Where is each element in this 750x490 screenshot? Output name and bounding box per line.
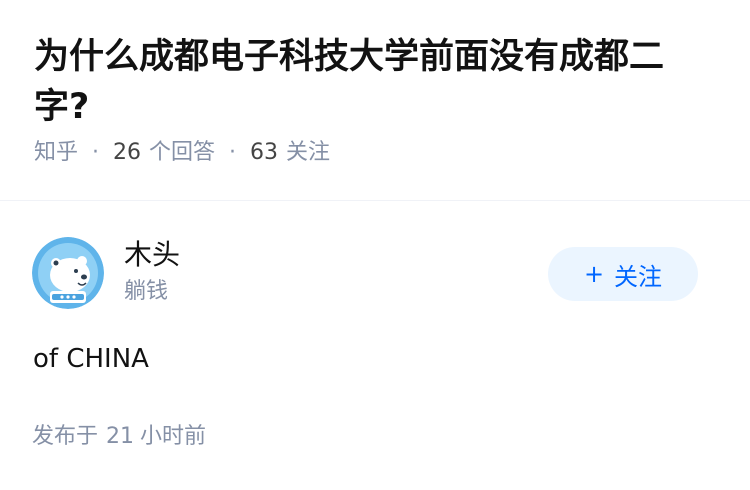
author-name[interactable]: 木头 (124, 237, 180, 273)
question-header: 为什么成都电子科技大学前面没有成都二字? 知乎 · 26 个回答 · 63 关注 (0, 0, 750, 168)
follower-count: 63 (250, 140, 279, 165)
answer-card: 木头 躺钱 + 关注 of CHINA 发布于 21 小时前 (0, 201, 750, 449)
author-headline: 躺钱 (124, 279, 169, 304)
author-row: 木头 躺钱 + 关注 (0, 201, 750, 311)
publish-suffix: 小时前 (140, 424, 207, 449)
avatar[interactable] (32, 237, 104, 309)
follower-count-label: 关注 (286, 140, 331, 165)
meta-separator: · (229, 140, 237, 165)
source-label[interactable]: 知乎 (34, 138, 78, 168)
answer-publish-time: 发布于 21 小时前 (32, 422, 206, 452)
answer-count-label: 个回答 (149, 140, 216, 165)
answer-content[interactable]: of CHINA (33, 339, 149, 379)
publish-hours: 21 (106, 424, 135, 449)
answer-count: 26 (113, 140, 142, 165)
publish-prefix: 发布于 (32, 424, 99, 449)
follow-button[interactable]: + 关注 (548, 247, 698, 301)
plus-icon: + (583, 260, 605, 288)
question-page: 为什么成都电子科技大学前面没有成都二字? 知乎 · 26 个回答 · 63 关注 (0, 0, 750, 490)
polar-bear-avatar-icon (32, 237, 104, 309)
question-title[interactable]: 为什么成都电子科技大学前面没有成都二字? (34, 32, 716, 132)
question-meta: 知乎 · 26 个回答 · 63 关注 (34, 138, 716, 168)
follow-button-label: 关注 (614, 262, 663, 291)
meta-separator: · (92, 140, 100, 165)
